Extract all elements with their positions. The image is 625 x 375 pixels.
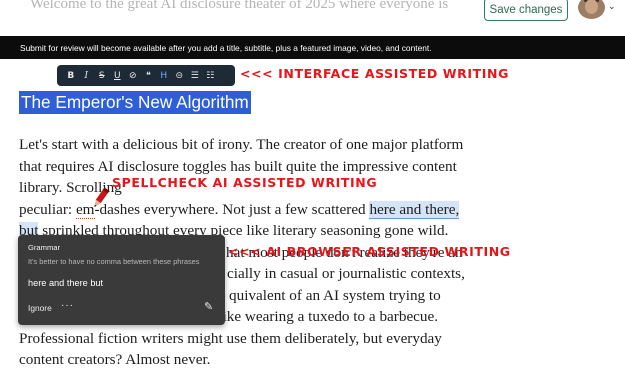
body-line: Let's start with a delicious bit of iron… bbox=[19, 136, 464, 153]
body-line: peculiar: em-dashes everywhere. Not just… bbox=[19, 200, 460, 219]
annotation-spellcheck: SPELLCHECK AI ASSISTED WRITING bbox=[112, 175, 378, 190]
popup-description: It's better to have no comma between the… bbox=[28, 257, 200, 266]
suggestion-option[interactable]: here and there but bbox=[28, 278, 103, 288]
underline-icon[interactable]: U bbox=[110, 65, 126, 86]
body-line: that requires AI disclosure toggles has … bbox=[19, 157, 457, 175]
annotation-browser: <<< AI BROWSER ASSISTED WRITING bbox=[228, 244, 511, 259]
quote-icon[interactable]: ❝ bbox=[141, 65, 157, 86]
heading-icon[interactable]: H bbox=[156, 65, 172, 86]
title-selection[interactable]: The Emperor's New Algorithm bbox=[19, 91, 251, 114]
clear-format-icon[interactable]: ⊘ bbox=[125, 65, 141, 86]
annotation-interface: <<< INTERFACE ASSISTED WRITING bbox=[240, 66, 509, 81]
save-changes-button[interactable]: Save changes bbox=[484, 0, 568, 21]
user-avatar[interactable] bbox=[578, 0, 605, 19]
popup-header: Grammar bbox=[28, 243, 61, 252]
pencil-icon bbox=[94, 187, 110, 208]
italic-icon[interactable]: I bbox=[79, 65, 95, 86]
grammar-suggestion-popup: Grammar It's better to have no comma bet… bbox=[18, 235, 225, 325]
more-options-icon[interactable]: ··· bbox=[61, 300, 74, 311]
article-title[interactable]: The Emperor's New Algorithm bbox=[21, 92, 249, 113]
ordered-list-icon[interactable]: ☰ bbox=[187, 65, 203, 86]
top-bar: Welcome to the great AI disclosure theat… bbox=[0, 0, 625, 36]
formatting-toolbar: B I S U ⊘ ❝ H ⊝ ☰ ☷ bbox=[57, 65, 235, 86]
strikethrough-icon[interactable]: S bbox=[94, 65, 110, 86]
link-icon[interactable]: ⊝ bbox=[172, 65, 188, 86]
bullet-list-icon[interactable]: ☷ bbox=[203, 65, 219, 86]
grammar-flagged-text[interactable]: here and there, bbox=[369, 200, 460, 219]
bold-icon[interactable]: B bbox=[63, 65, 79, 86]
chevron-down-icon[interactable]: ⌄ bbox=[608, 2, 616, 12]
ignore-button[interactable]: Ignore bbox=[28, 303, 52, 313]
body-line: Professional fiction writers might use t… bbox=[19, 329, 442, 347]
previous-line-text: Welcome to the great AI disclosure theat… bbox=[30, 0, 449, 12]
pen-icon[interactable]: ✎ bbox=[204, 300, 213, 313]
body-line: content creators? Almost never. bbox=[19, 351, 211, 368]
submit-notice-bar: Submit for review will become available … bbox=[0, 36, 625, 59]
